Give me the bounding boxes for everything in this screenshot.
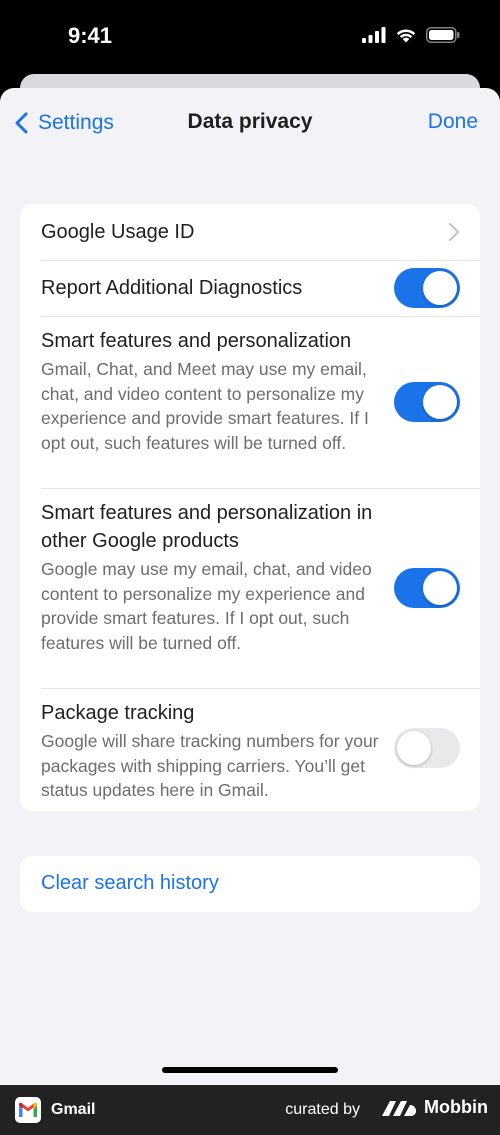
package-tracking-title: Package tracking bbox=[41, 702, 195, 724]
footer-brand: Mobbin bbox=[380, 1097, 488, 1118]
smart-features-title: Smart features and personalization bbox=[41, 330, 352, 352]
data-privacy-sheet: Settings Data privacy Done Google Usage … bbox=[0, 88, 500, 1085]
package-tracking-toggle[interactable] bbox=[394, 728, 460, 768]
smart-features-other-description: Google may use my email, chat, and video… bbox=[41, 559, 372, 653]
package-tracking-description: Google will share tracking numbers for y… bbox=[41, 731, 379, 800]
report-diagnostics-toggle[interactable] bbox=[394, 268, 460, 308]
gmail-logo-icon bbox=[15, 1097, 41, 1123]
clear-search-history-button[interactable]: Clear search history bbox=[41, 872, 219, 895]
smart-features-other-title: Smart features and personalization in ot… bbox=[41, 502, 373, 552]
footer-app: Gmail bbox=[15, 1097, 95, 1123]
toggle-knob bbox=[397, 731, 431, 765]
status-bar: 9:41 bbox=[0, 0, 500, 75]
smart-features-other-products-row: Smart features and personalization in ot… bbox=[20, 488, 480, 688]
cellular-signal-icon bbox=[362, 27, 386, 43]
footer-brand-name: Mobbin bbox=[424, 1097, 488, 1117]
chevron-left-icon bbox=[15, 112, 28, 134]
status-icons bbox=[362, 27, 460, 43]
status-time: 9:41 bbox=[68, 23, 113, 48]
package-tracking-row: Package tracking Google will share track… bbox=[20, 688, 480, 811]
google-usage-id-label: Google Usage ID bbox=[41, 221, 195, 243]
privacy-settings-list: Google Usage ID Report Additional Diagno… bbox=[20, 204, 480, 811]
report-diagnostics-label: Report Additional Diagnostics bbox=[41, 277, 303, 299]
toggle-knob bbox=[423, 385, 457, 419]
google-usage-id-row[interactable]: Google Usage ID bbox=[20, 204, 480, 260]
navigation-bar: Settings Data privacy Done bbox=[0, 88, 500, 160]
footer-app-name: Gmail bbox=[51, 1101, 96, 1118]
chevron-right-icon bbox=[448, 222, 460, 242]
back-button[interactable]: Settings bbox=[10, 108, 114, 138]
battery-icon bbox=[426, 27, 460, 43]
toggle-knob bbox=[423, 271, 457, 305]
toggle-knob bbox=[423, 571, 457, 605]
smart-features-row: Smart features and personalization Gmail… bbox=[20, 316, 480, 488]
mobbin-logo-icon bbox=[382, 1100, 417, 1116]
curated-by-label: curated by bbox=[285, 1101, 360, 1118]
wifi-icon bbox=[396, 29, 416, 43]
smart-features-toggle[interactable] bbox=[394, 382, 460, 422]
home-indicator bbox=[162, 1067, 338, 1073]
smart-features-other-toggle[interactable] bbox=[394, 568, 460, 608]
clear-history-card: Clear search history bbox=[20, 856, 480, 912]
back-label: Settings bbox=[38, 111, 114, 134]
attribution-footer: Gmail curated by Mobbin bbox=[0, 1085, 500, 1135]
done-button[interactable]: Done bbox=[428, 110, 478, 134]
smart-features-description: Gmail, Chat, and Meet may use my email, … bbox=[41, 359, 369, 453]
report-diagnostics-row: Report Additional Diagnostics bbox=[20, 260, 480, 316]
